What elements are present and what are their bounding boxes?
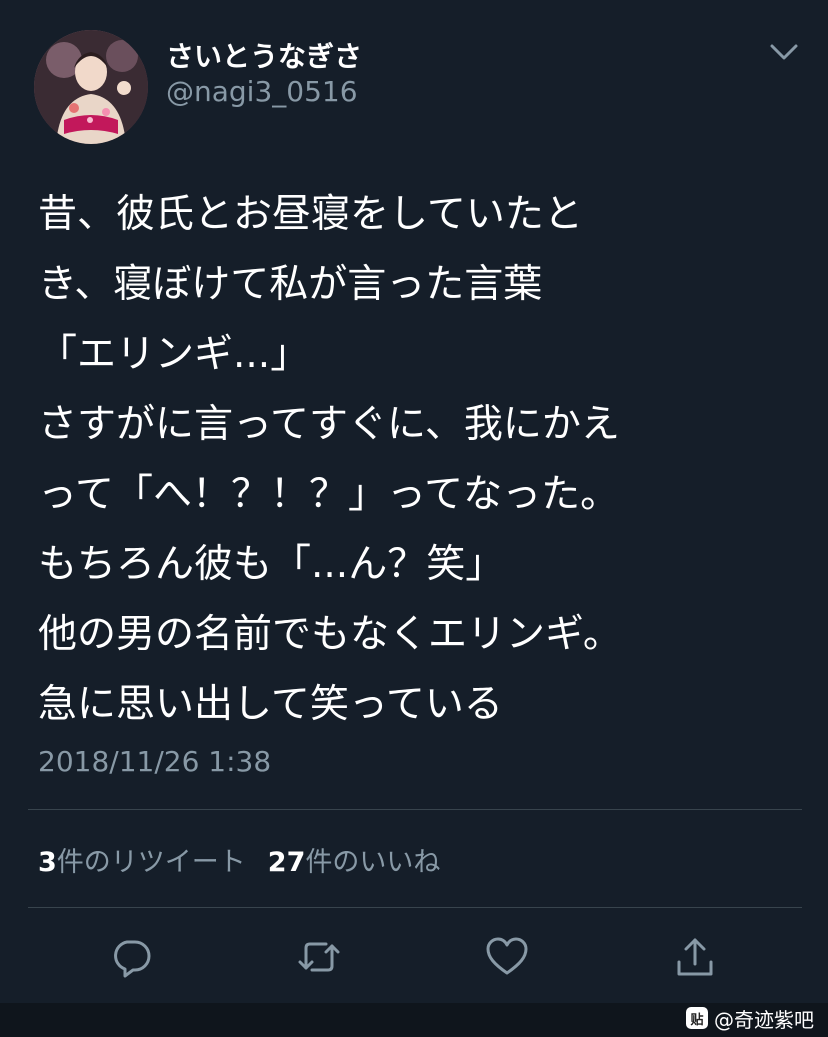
share-button[interactable] (672, 934, 718, 980)
tweet-line: き、寝ぼけて私が言った言葉 (38, 262, 543, 307)
tweet-line: 他の男の名前でもなくエリンギ。 (38, 612, 622, 657)
display-name[interactable]: さいとうなぎさ (166, 35, 362, 75)
tweet-stats: 3件のリツイート 27件のいいね (38, 840, 440, 879)
tweet-line: って「へ！？！？」ってなった。 (38, 472, 620, 517)
reply-button[interactable] (108, 934, 154, 980)
like-button[interactable] (484, 934, 530, 980)
tweet-line: もちろん彼も「...ん？笑」 (38, 542, 505, 587)
divider (28, 907, 802, 908)
tweet-timestamp: 2018/11/26 1:38 (38, 745, 272, 778)
retweet-label: 件のリツイート (56, 847, 246, 878)
watermark: 贴 @奇迹紫吧 (686, 1003, 814, 1033)
avatar[interactable] (34, 30, 148, 144)
reply-icon (114, 940, 151, 978)
heart-icon (486, 937, 528, 975)
like-label: 件のいいね (305, 847, 441, 878)
tieba-logo-icon: 贴 (686, 1007, 708, 1029)
tweet-line: さすがに言ってすぐに、我にかえ (38, 402, 620, 447)
share-icon (677, 938, 713, 976)
avatar-photo-icon (34, 30, 148, 144)
retweet-count: 3 (38, 847, 57, 878)
retweet-stat[interactable]: 3件のリツイート (38, 847, 246, 878)
like-stat[interactable]: 27件のいいね (268, 847, 441, 878)
retweet-icon (298, 942, 340, 972)
like-count: 27 (267, 847, 306, 878)
divider (28, 809, 802, 810)
tweet-line: 急に思い出して笑っている (38, 682, 503, 727)
tweet-line: 昔、彼氏とお昼寝をしていたと (38, 192, 583, 237)
tweet-text: 昔、彼氏とお昼寝をしていたと き、寝ぼけて私が言った言葉 「エリンギ...」 さ… (38, 180, 798, 740)
watermark-text: @奇迹紫吧 (714, 1007, 814, 1032)
tweet-line: 「エリンギ...」 (38, 332, 310, 377)
user-handle[interactable]: @nagi3_0516 (166, 75, 358, 108)
retweet-button[interactable] (296, 934, 342, 980)
chevron-down-icon[interactable] (766, 40, 802, 64)
